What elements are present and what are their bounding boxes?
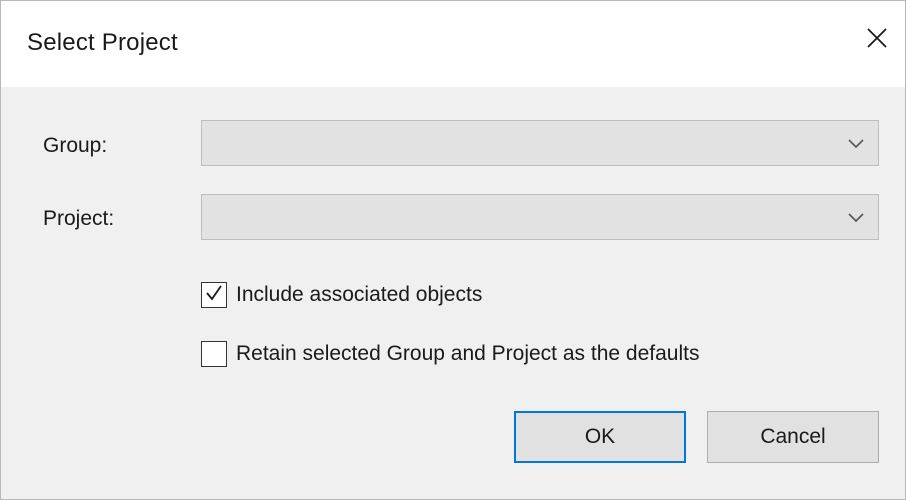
retain-defaults-label[interactable]: Retain selected Group and Project as the…: [236, 342, 699, 366]
select-project-dialog: Select Project Group: Project: Include a…: [0, 0, 906, 500]
chevron-down-icon: [846, 209, 866, 225]
project-label: Project:: [43, 207, 115, 230]
cancel-button[interactable]: Cancel: [707, 411, 879, 463]
group-label: Group:: [43, 134, 108, 157]
include-associated-option[interactable]: Include associated objects: [201, 280, 482, 310]
include-associated-checkbox[interactable]: [201, 282, 227, 308]
retain-defaults-checkbox[interactable]: [201, 341, 227, 367]
close-button[interactable]: [857, 17, 897, 63]
project-dropdown[interactable]: [201, 194, 879, 240]
dialog-title: Select Project: [27, 29, 178, 56]
include-associated-label[interactable]: Include associated objects: [236, 283, 482, 307]
chevron-down-icon: [846, 135, 866, 151]
retain-defaults-option[interactable]: Retain selected Group and Project as the…: [201, 339, 699, 369]
checkmark-icon: [204, 283, 224, 308]
close-icon: [866, 27, 888, 54]
title-bar: Select Project: [1, 1, 905, 87]
group-dropdown[interactable]: [201, 120, 879, 166]
ok-button[interactable]: OK: [514, 411, 686, 463]
